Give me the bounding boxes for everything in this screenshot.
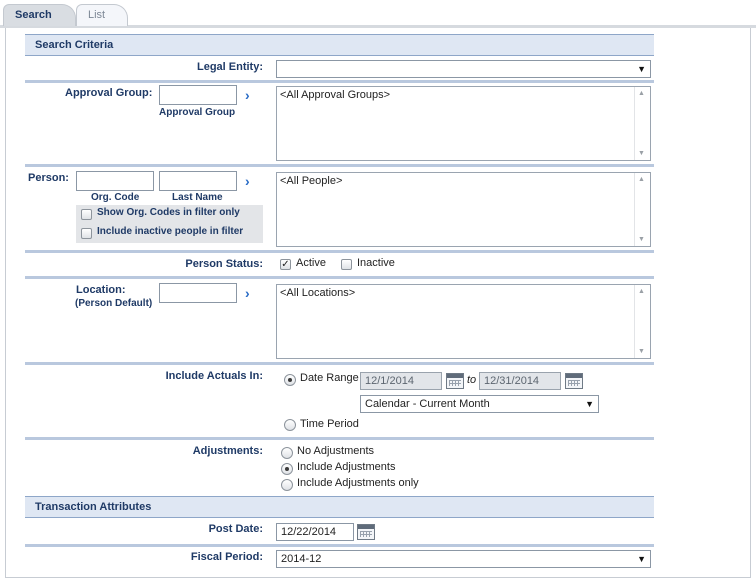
show-org-codes-checkbox[interactable] <box>81 209 92 220</box>
no-adjustments-label: No Adjustments <box>297 445 375 457</box>
row-separator <box>25 437 654 440</box>
row-separator <box>25 164 654 167</box>
list-item[interactable]: <All Approval Groups> <box>280 89 647 101</box>
last-name-input[interactable] <box>159 171 237 191</box>
adjustments-label: Adjustments: <box>192 445 263 457</box>
active-checkbox[interactable]: ✓ <box>280 259 291 270</box>
approval-group-input[interactable] <box>159 85 237 105</box>
chevron-right-icon[interactable]: › <box>245 286 257 300</box>
active-label: Active <box>296 257 326 269</box>
location-sublabel: (Person Default) <box>75 298 153 309</box>
include-adjustments-only-label: Include Adjustments only <box>297 477 419 489</box>
person-label: Person: <box>28 172 69 184</box>
listbox-scrollbar[interactable]: ▲ ▼ <box>634 173 650 246</box>
legal-entity-label: Legal Entity: <box>196 61 263 73</box>
last-name-sublabel: Last Name <box>172 192 223 203</box>
approval-group-sublabel: Approval Group <box>159 107 236 118</box>
location-input[interactable] <box>159 283 237 303</box>
scroll-down-icon[interactable]: ▼ <box>638 348 645 355</box>
to-label: to <box>467 374 477 386</box>
show-org-codes-label: Show Org. Codes in filter only <box>97 207 240 218</box>
org-code-sublabel: Org. Code <box>91 192 140 203</box>
approval-group-listbox[interactable]: <All Approval Groups> ▲ ▼ <box>276 86 651 161</box>
row-separator <box>25 80 654 83</box>
date-range-label: Date Range <box>300 372 359 384</box>
org-code-input[interactable] <box>76 171 154 191</box>
location-listbox[interactable]: <All Locations> ▲ ▼ <box>276 284 651 359</box>
period-select[interactable]: Calendar - Current Month ▼ <box>360 395 599 413</box>
listbox-scrollbar[interactable]: ▲ ▼ <box>634 285 650 358</box>
include-adjustments-label: Include Adjustments <box>297 461 396 473</box>
chevron-right-icon[interactable]: › <box>245 174 257 188</box>
no-adjustments-radio[interactable] <box>281 447 293 459</box>
date-range-from-input[interactable]: 12/1/2014 <box>360 372 442 390</box>
scroll-up-icon[interactable]: ▲ <box>638 176 645 183</box>
dropdown-arrow-icon: ▼ <box>637 554 646 564</box>
approval-group-label: Approval Group: <box>65 87 153 99</box>
tab-search[interactable]: Search <box>3 4 76 26</box>
scroll-down-icon[interactable]: ▼ <box>638 236 645 243</box>
period-select-value: Calendar - Current Month <box>365 398 490 410</box>
fiscal-period-label: Fiscal Period: <box>190 551 263 563</box>
section-header-search-criteria: Search Criteria <box>25 34 654 56</box>
row-separator <box>25 276 654 279</box>
chevron-right-icon[interactable]: › <box>245 88 257 102</box>
location-label: Location: <box>76 284 126 296</box>
scroll-up-icon[interactable]: ▲ <box>638 288 645 295</box>
time-period-label: Time Period <box>300 418 359 430</box>
calendar-icon[interactable] <box>446 373 464 389</box>
post-date-input[interactable]: 12/22/2014 <box>276 523 354 541</box>
include-actuals-label: Include Actuals In: <box>165 370 263 382</box>
scroll-down-icon[interactable]: ▼ <box>638 150 645 157</box>
calendar-icon[interactable] <box>565 373 583 389</box>
row-separator <box>25 250 654 253</box>
calendar-icon[interactable] <box>357 524 375 540</box>
person-status-label: Person Status: <box>185 258 263 270</box>
section-header-transaction-attributes: Transaction Attributes <box>25 496 654 518</box>
dropdown-arrow-icon: ▼ <box>637 64 646 74</box>
tab-list[interactable]: List <box>76 4 128 26</box>
dropdown-arrow-icon: ▼ <box>585 399 594 409</box>
include-adjustments-radio[interactable] <box>281 463 293 475</box>
list-item[interactable]: <All People> <box>280 175 647 187</box>
inactive-checkbox[interactable] <box>341 259 352 270</box>
listbox-scrollbar[interactable]: ▲ ▼ <box>634 87 650 160</box>
fiscal-period-select[interactable]: 2014-12 ▼ <box>276 550 651 568</box>
row-separator <box>25 544 654 547</box>
date-range-to-input[interactable]: 12/31/2014 <box>479 372 561 390</box>
include-inactive-label: Include inactive people in filter <box>97 226 244 237</box>
legal-entity-select[interactable]: ▼ <box>276 60 651 78</box>
list-item[interactable]: <All Locations> <box>280 287 647 299</box>
include-inactive-checkbox[interactable] <box>81 228 92 239</box>
include-adjustments-only-radio[interactable] <box>281 479 293 491</box>
time-period-radio[interactable] <box>284 419 296 431</box>
inactive-label: Inactive <box>357 257 395 269</box>
person-listbox[interactable]: <All People> ▲ ▼ <box>276 172 651 247</box>
row-separator <box>25 362 654 365</box>
fiscal-period-value: 2014-12 <box>281 553 322 565</box>
date-range-radio[interactable] <box>284 374 296 386</box>
post-date-label: Post Date: <box>208 523 263 535</box>
scroll-up-icon[interactable]: ▲ <box>638 90 645 97</box>
